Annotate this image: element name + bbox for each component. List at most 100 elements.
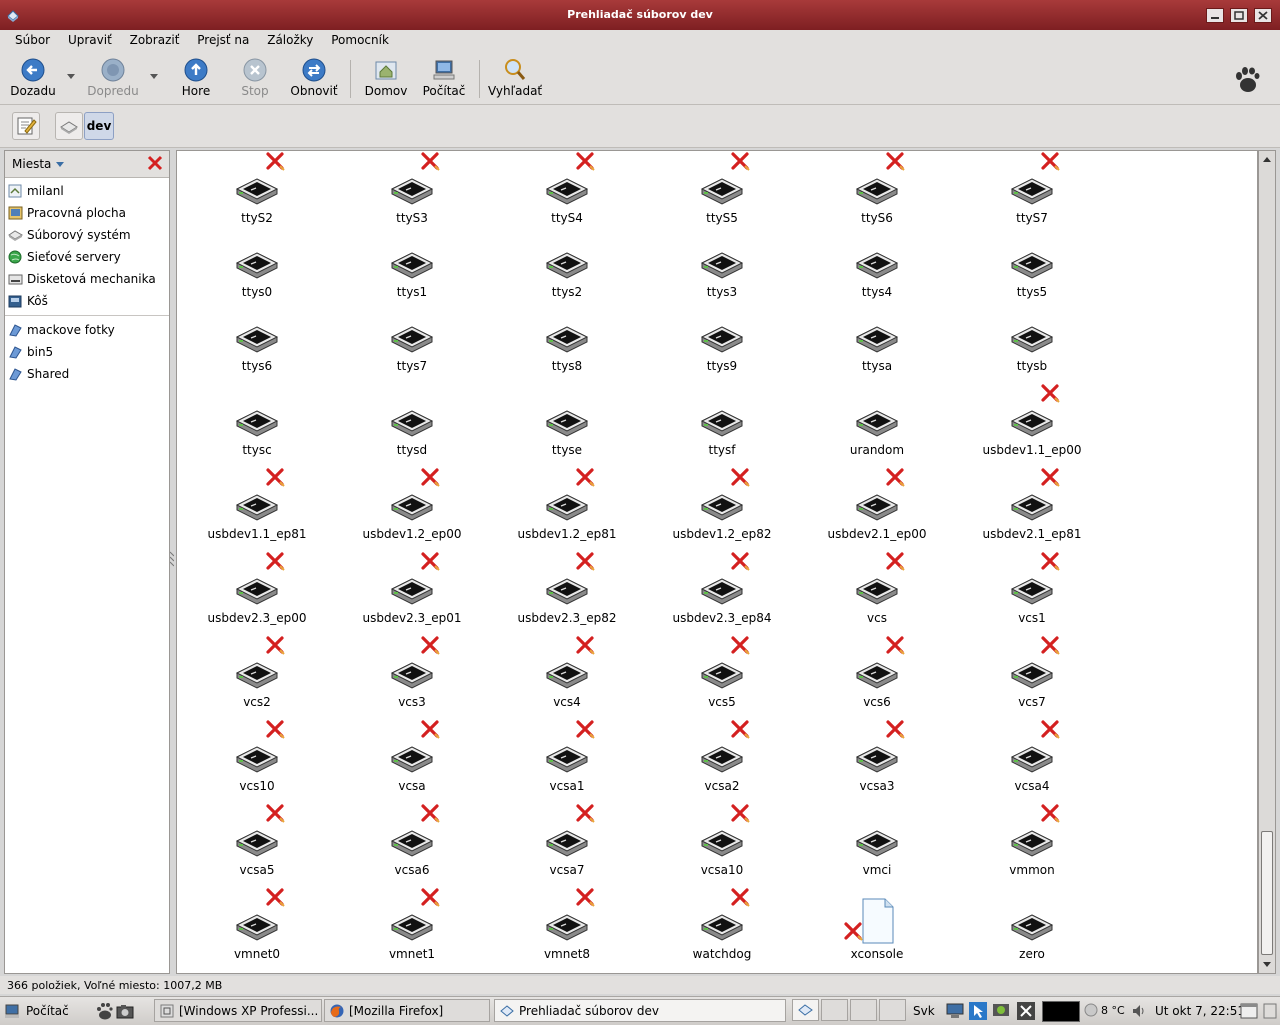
file-item[interactable]: usbdev1.1_ep00 — [957, 384, 1107, 457]
file-item[interactable]: urandom — [802, 391, 952, 457]
task-windows-xp[interactable]: [Windows XP Professi... — [154, 999, 322, 1022]
file-item[interactable]: vcs6 — [802, 636, 952, 709]
file-item[interactable]: ttys0 — [182, 233, 332, 299]
file-item[interactable]: ttysb — [957, 307, 1107, 373]
toggle-location-entry-button[interactable] — [12, 112, 40, 140]
screenshot-camera-icon[interactable] — [116, 1003, 134, 1019]
file-item[interactable]: vmmon — [957, 804, 1107, 877]
file-item[interactable]: usbdev2.3_ep01 — [337, 552, 487, 625]
file-item[interactable]: ttyS6 — [802, 152, 952, 225]
file-item[interactable]: ttyS7 — [957, 152, 1107, 225]
file-item[interactable]: ttys9 — [647, 307, 797, 373]
reload-button[interactable]: Obnoviť — [290, 58, 338, 98]
sidebar-item-filesystem[interactable]: Súborový systém — [5, 224, 169, 246]
file-item[interactable]: ttys6 — [182, 307, 332, 373]
stop-button[interactable]: Stop — [238, 58, 272, 98]
file-item[interactable]: usbdev1.1_ep81 — [182, 468, 332, 541]
file-item[interactable]: ttys3 — [647, 233, 797, 299]
file-item[interactable]: vmci — [802, 811, 952, 877]
file-item[interactable]: vmnet0 — [182, 888, 332, 961]
file-item[interactable]: ttys1 — [337, 233, 487, 299]
sidebar-bookmark-shared[interactable]: Shared — [5, 363, 169, 385]
gnome-foot-icon[interactable] — [95, 1002, 113, 1020]
cursor-tool-icon[interactable] — [968, 1001, 988, 1021]
file-item[interactable]: vcs10 — [182, 720, 332, 793]
workspace-2[interactable] — [821, 999, 848, 1021]
back-button[interactable]: Dozadu — [10, 58, 56, 98]
workspace-4[interactable] — [879, 999, 906, 1021]
update-notifier-icon[interactable] — [992, 1002, 1010, 1020]
workspace-3[interactable] — [850, 999, 877, 1021]
file-item[interactable]: usbdev1.2_ep81 — [492, 468, 642, 541]
file-item[interactable]: usbdev2.3_ep00 — [182, 552, 332, 625]
computer-button[interactable]: Počítač — [420, 58, 468, 98]
file-item[interactable]: vcsa4 — [957, 720, 1107, 793]
file-item[interactable]: vcsa2 — [647, 720, 797, 793]
file-item[interactable]: usbdev1.2_ep82 — [647, 468, 797, 541]
sidebar-item-network[interactable]: Sieťové servery — [5, 246, 169, 268]
file-item[interactable]: vcs1 — [957, 552, 1107, 625]
sidebar-type-selector[interactable]: Miesta — [12, 157, 65, 171]
file-item[interactable]: vcsa — [337, 720, 487, 793]
sidebar-item-trash[interactable]: Kôš — [5, 290, 169, 312]
file-item[interactable]: ttysc — [182, 391, 332, 457]
file-item[interactable]: vcs3 — [337, 636, 487, 709]
file-item[interactable]: ttys8 — [492, 307, 642, 373]
file-item[interactable]: usbdev2.1_ep81 — [957, 468, 1107, 541]
menu-bookmarks[interactable]: Záložky — [262, 30, 318, 50]
maximize-button[interactable] — [1230, 8, 1248, 23]
file-item[interactable]: zero — [957, 895, 1107, 961]
menu-view[interactable]: Zobraziť — [125, 30, 185, 50]
sidebar-item-floppy[interactable]: Disketová mechanika — [5, 268, 169, 290]
menu-go[interactable]: Prejsť na — [192, 30, 254, 50]
file-item[interactable]: ttyS3 — [337, 152, 487, 225]
path-root-button[interactable] — [55, 112, 83, 140]
scroll-down-arrow-icon[interactable] — [1261, 959, 1273, 971]
file-item[interactable]: ttyS4 — [492, 152, 642, 225]
file-item[interactable]: ttyS2 — [182, 152, 332, 225]
scrollbar-thumb[interactable] — [1261, 831, 1273, 955]
file-item[interactable]: ttyS5 — [647, 152, 797, 225]
file-item[interactable]: ttys5 — [957, 233, 1107, 299]
file-item[interactable]: ttys4 — [802, 233, 952, 299]
sidebar-item-home[interactable]: milanl — [5, 180, 169, 202]
title-bar[interactable]: Prehliadač súborov dev — [0, 0, 1280, 30]
file-item[interactable]: usbdev2.3_ep84 — [647, 552, 797, 625]
search-button[interactable]: Vyhľadať — [488, 58, 542, 98]
file-item[interactable]: vcs5 — [647, 636, 797, 709]
volume-icon[interactable] — [1131, 1003, 1147, 1019]
file-item[interactable]: ttyse — [492, 391, 642, 457]
file-item[interactable]: ttys7 — [337, 307, 487, 373]
menu-file[interactable]: Súbor — [10, 30, 55, 50]
file-item[interactable]: vmnet1 — [337, 888, 487, 961]
file-icon-view[interactable]: ttyS2 ttyS3 ttyS4 ttyS5 ttyS6 ttyS7 ttys0 ttys1… — [176, 150, 1258, 974]
file-item[interactable]: usbdev2.1_ep00 — [802, 468, 952, 541]
file-item[interactable]: ttysf — [647, 391, 797, 457]
file-item[interactable]: vcsa5 — [182, 804, 332, 877]
file-item[interactable]: ttys2 — [492, 233, 642, 299]
file-item[interactable]: vcs2 — [182, 636, 332, 709]
scroll-up-arrow-icon[interactable] — [1261, 153, 1273, 165]
window-list-icon[interactable] — [1239, 1001, 1259, 1021]
close-button[interactable] — [1254, 8, 1272, 23]
sidebar-bookmark-mackove-fotky[interactable]: mackove fotky — [5, 319, 169, 341]
file-item[interactable]: xconsole — [802, 895, 952, 961]
pane-resize-handle[interactable] — [170, 550, 174, 570]
up-button[interactable]: Hore — [178, 58, 214, 98]
forward-history-dropdown-icon[interactable] — [149, 72, 159, 80]
temperature-label[interactable]: 8 °C — [1101, 1000, 1125, 1022]
file-item[interactable]: vcsa7 — [492, 804, 642, 877]
file-item[interactable]: usbdev1.2_ep00 — [337, 468, 487, 541]
task-file-browser[interactable]: Prehliadač súborov dev — [494, 999, 786, 1022]
minimize-button[interactable] — [1206, 8, 1224, 23]
file-item[interactable]: vcs4 — [492, 636, 642, 709]
sidebar-bookmark-bin5[interactable]: bin5 — [5, 341, 169, 363]
forward-button[interactable]: Dopredu — [86, 58, 140, 98]
file-item[interactable]: watchdog — [647, 888, 797, 961]
task-firefox[interactable]: [Mozilla Firefox] — [324, 999, 490, 1022]
weather-icon[interactable] — [1083, 1002, 1099, 1018]
home-button[interactable]: Domov — [362, 58, 410, 98]
menu-help[interactable]: Pomocník — [326, 30, 394, 50]
file-item[interactable]: vcs7 — [957, 636, 1107, 709]
system-monitor-icon[interactable] — [1016, 1001, 1036, 1021]
